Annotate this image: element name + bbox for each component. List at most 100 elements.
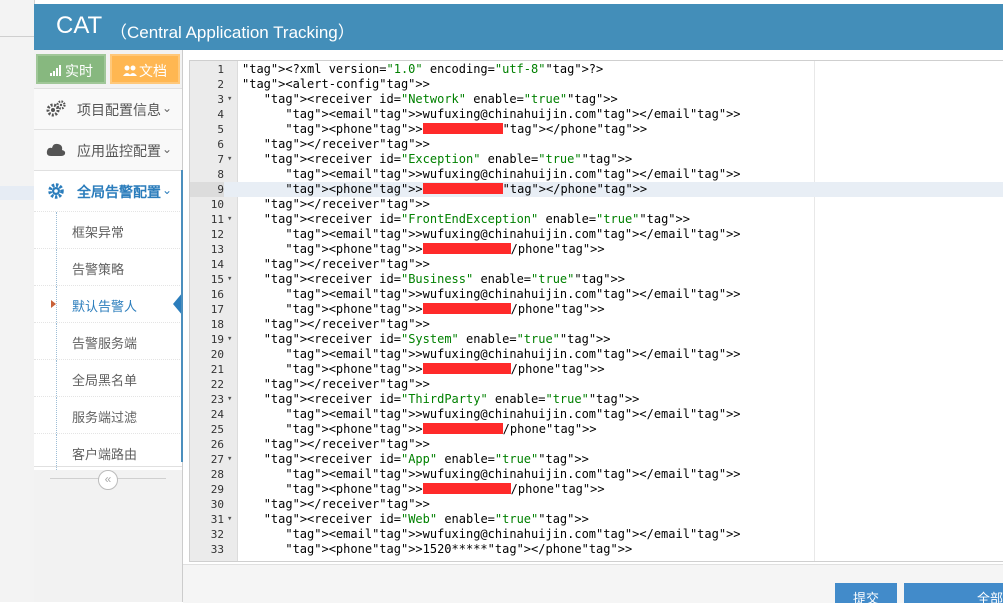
code-text: "tag"><email"tag">>wufuxing@chinahuijin.…	[285, 407, 741, 421]
fold-toggle-icon[interactable]: ▾	[227, 332, 235, 347]
background-highlight	[0, 186, 34, 200]
submenu-item-label: 服务端过滤	[72, 410, 138, 425]
users-icon	[123, 57, 137, 87]
collapse-sidebar-icon[interactable]: «	[98, 470, 118, 490]
form-actions: 提交 全部	[183, 564, 1003, 603]
code-line[interactable]: 5 "tag"><phone"tag">> "tag"></phone"tag">…	[190, 122, 1003, 137]
code-line[interactable]: 3 ▾ "tag"><receiver id="Network" enable="…	[190, 92, 1003, 107]
code-line[interactable]: 4 "tag"><email"tag">>wufuxing@chinahuiji…	[190, 107, 1003, 122]
submenu-item[interactable]: 告警服务端	[34, 322, 182, 359]
code-line[interactable]: 6 "tag"></receiver"tag">>	[190, 137, 1003, 152]
submenu-item[interactable]: 告警策略	[34, 248, 182, 285]
code-line[interactable]: 8 "tag"><email"tag">>wufuxing@chinahuiji…	[190, 167, 1003, 182]
code-text: "tag"><phone"tag">>/phone"tag">>	[285, 422, 597, 436]
code-text: "tag"><email"tag">>wufuxing@chinahuijin.…	[285, 347, 741, 361]
code-line[interactable]: 15 ▾ "tag"><receiver id="Business" enable…	[190, 272, 1003, 287]
realtime-label: 实时	[65, 63, 93, 79]
fold-toggle-icon[interactable]: ▾	[227, 92, 235, 107]
line-number: 28	[210, 468, 224, 481]
line-number: 31	[210, 513, 224, 526]
code-line[interactable]: 19 ▾ "tag"><receiver id="System" enable="…	[190, 332, 1003, 347]
line-number: 13	[210, 243, 224, 256]
submenu-item[interactable]: 框架异常	[34, 211, 182, 248]
code-line[interactable]: 26 "tag"></receiver"tag">>	[190, 437, 1003, 452]
sidebar-item-global-alert[interactable]: 全局告警配置 ⌄	[34, 170, 182, 211]
fold-toggle-icon[interactable]: ▾	[227, 212, 235, 227]
code-line[interactable]: 23 ▾ "tag"><receiver id="ThirdParty" enab…	[190, 392, 1003, 407]
submenu-item-active[interactable]: 默认告警人	[34, 285, 183, 322]
realtime-button[interactable]: 实时	[36, 54, 106, 84]
code-line[interactable]: 20 "tag"><email"tag">>wufuxing@chinahuij…	[190, 347, 1003, 362]
code-line[interactable]: 7 ▾ "tag"><receiver id="Exception" enable…	[190, 152, 1003, 167]
app-logo[interactable]: CAT	[56, 12, 102, 40]
line-number: 12	[210, 228, 224, 241]
background-window-edge	[0, 0, 35, 602]
line-number: 8	[217, 168, 224, 181]
submit-button[interactable]: 提交	[835, 583, 897, 603]
sidebar-item-label: 项目配置信息	[77, 102, 161, 118]
fold-toggle-icon[interactable]: ▾	[227, 392, 235, 407]
code-text: "tag"></receiver"tag">>	[263, 137, 430, 151]
sidebar-item-project-config[interactable]: 项目配置信息 ⌄	[34, 88, 182, 129]
code-line[interactable]: 28 "tag"><email"tag">>wufuxing@chinahuij…	[190, 467, 1003, 482]
code-line[interactable]: 13 "tag"><phone"tag">>/phone"tag">>	[190, 242, 1003, 257]
code-line[interactable]: 14 "tag"></receiver"tag">>	[190, 257, 1003, 272]
line-number: 17	[210, 303, 224, 316]
sidebar-nav: 项目配置信息 ⌄ 应用监控配置 ⌄ 全局告警配置 ⌄ 框架异常 告警策略 默认告…	[34, 88, 183, 470]
code-line[interactable]: 27 ▾ "tag"><receiver id="App" enable="tru…	[190, 452, 1003, 467]
submenu-item-label: 告警服务端	[72, 336, 138, 351]
app-header: CAT （Central Application Tracking）	[34, 4, 1003, 50]
code-line[interactable]: 18 "tag"></receiver"tag">>	[190, 317, 1003, 332]
code-line[interactable]: 11 ▾ "tag"><receiver id="FrontEndExceptio…	[190, 212, 1003, 227]
cloud-icon	[46, 141, 66, 159]
code-text: "tag"><?xml version="1.0" encoding="utf-…	[242, 62, 604, 76]
code-text: "tag"><receiver id="Business" enable="tr…	[263, 272, 625, 286]
code-text: "tag"><receiver id="App" enable="true""t…	[263, 452, 589, 466]
fold-toggle-icon[interactable]: ▾	[227, 512, 235, 527]
main-content: 1 "tag"><?xml version="1.0" encoding="utf…	[183, 50, 1003, 602]
submenu-item[interactable]: 服务端过滤	[34, 396, 182, 433]
code-line[interactable]: 30 "tag"></receiver"tag">>	[190, 497, 1003, 512]
app-subtitle: （Central Application Tracking）	[110, 23, 355, 42]
line-number: 30	[210, 498, 224, 511]
line-number: 9	[190, 182, 224, 197]
code-line[interactable]: 9 "tag"><phone"tag">> "tag"></phone"tag">…	[190, 182, 1003, 197]
code-line[interactable]: 24 "tag"><email"tag">>wufuxing@chinahuij…	[190, 407, 1003, 422]
code-line[interactable]: 31 ▾ "tag"><receiver id="Web" enable="tru…	[190, 512, 1003, 527]
line-number: 18	[210, 318, 224, 331]
code-text: "tag"><email"tag">>wufuxing@chinahuijin.…	[285, 107, 741, 121]
submenu-item[interactable]: 全局黑名单	[34, 359, 182, 396]
code-line[interactable]: 2 "tag"><alert-config"tag">>	[190, 77, 1003, 92]
submenu-item-label: 框架异常	[72, 225, 125, 240]
code-line[interactable]: 21 "tag"><phone"tag">>/phone"tag">>	[190, 362, 1003, 377]
code-line[interactable]: 10 "tag"></receiver"tag">>	[190, 197, 1003, 212]
line-number: 32	[210, 528, 224, 541]
code-line[interactable]: 32 "tag"><email"tag">>wufuxing@chinahuij…	[190, 527, 1003, 542]
chevron-down-icon: ⌄	[161, 101, 172, 115]
line-number: 26	[210, 438, 224, 451]
all-button[interactable]: 全部	[904, 583, 1003, 603]
sidebar: 实时 文档 项目配置信息 ⌄ 应用监控配置 ⌄ 全局告警配置 ⌄ 框架异常 告警…	[34, 50, 183, 602]
code-line[interactable]: 22 "tag"></receiver"tag">>	[190, 377, 1003, 392]
line-number: 16	[210, 288, 224, 301]
code-line[interactable]: 33 "tag"><phone"tag">>1520*****"tag"></p…	[190, 542, 1003, 557]
xml-code-editor[interactable]: 1 "tag"><?xml version="1.0" encoding="utf…	[189, 60, 1003, 562]
caret-right-icon	[51, 300, 56, 308]
code-line[interactable]: 29 "tag"><phone"tag">>/phone"tag">>	[190, 482, 1003, 497]
code-text: "tag"></receiver"tag">>	[263, 377, 430, 391]
code-line[interactable]: 12 "tag"><email"tag">>wufuxing@chinahuij…	[190, 227, 1003, 242]
fold-toggle-icon[interactable]: ▾	[227, 152, 235, 167]
fold-toggle-icon[interactable]: ▾	[227, 452, 235, 467]
line-number: 3	[217, 93, 224, 106]
code-line[interactable]: 1 "tag"><?xml version="1.0" encoding="utf…	[190, 62, 1003, 77]
docs-button[interactable]: 文档	[110, 54, 180, 84]
code-line[interactable]: 16 "tag"><email"tag">>wufuxing@chinahuij…	[190, 287, 1003, 302]
sidebar-item-app-monitor[interactable]: 应用监控配置 ⌄	[34, 129, 182, 170]
fold-toggle-icon[interactable]: ▾	[227, 272, 235, 287]
submenu-item-label: 全局黑名单	[72, 373, 138, 388]
code-line[interactable]: 25 "tag"><phone"tag">>/phone"tag">>	[190, 422, 1003, 437]
sidebar-collapse: «	[34, 466, 182, 491]
submenu-item[interactable]: 客户端路由	[34, 433, 182, 470]
line-number: 1	[217, 63, 224, 76]
code-line[interactable]: 17 "tag"><phone"tag">>/phone"tag">>	[190, 302, 1003, 317]
